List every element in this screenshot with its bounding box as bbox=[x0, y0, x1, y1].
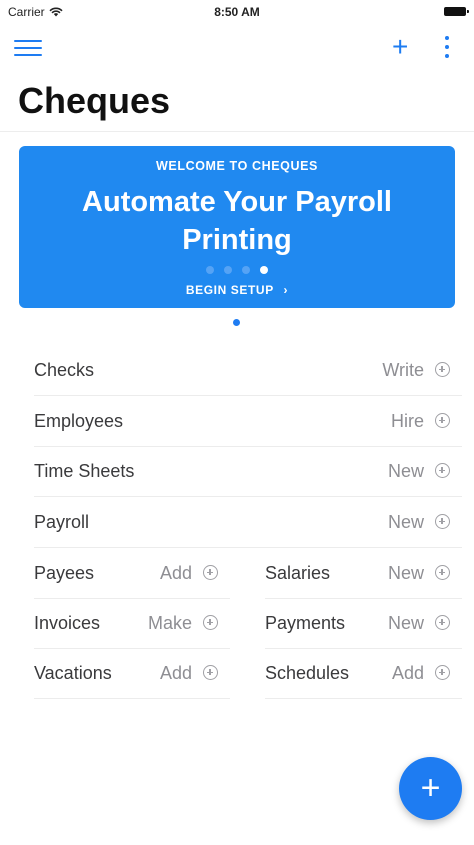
page-dot-active bbox=[260, 266, 268, 274]
list-item-action: Write bbox=[382, 360, 424, 380]
list-item-payroll[interactable]: Payroll New bbox=[34, 497, 462, 548]
add-circle-icon bbox=[203, 615, 218, 630]
page-dot bbox=[224, 266, 232, 274]
page-dot bbox=[242, 266, 250, 274]
begin-setup-label: BEGIN SETUP bbox=[185, 283, 274, 297]
begin-setup-button[interactable]: BEGIN SETUP › bbox=[19, 283, 455, 297]
carousel-page-indicator bbox=[233, 319, 240, 326]
list-item-label: Invoices bbox=[34, 613, 101, 633]
list-item-label: Vacations bbox=[34, 663, 112, 683]
add-fab-button[interactable]: + bbox=[399, 757, 462, 820]
add-circle-icon bbox=[203, 565, 218, 580]
list-item-salaries[interactable]: Salaries New bbox=[265, 548, 462, 599]
divider bbox=[0, 131, 474, 132]
add-circle-icon bbox=[435, 463, 450, 478]
add-circle-icon bbox=[203, 665, 218, 680]
list-item-action: New bbox=[387, 563, 424, 583]
add-circle-icon bbox=[435, 362, 450, 377]
list-item-label: Schedules bbox=[265, 663, 350, 683]
nav-bar: + bbox=[0, 30, 474, 66]
list-item-payments[interactable]: Payments New bbox=[265, 598, 462, 649]
list-item-schedules[interactable]: Schedules Add bbox=[265, 648, 462, 699]
list-item-label: Payees bbox=[34, 563, 95, 583]
add-circle-icon bbox=[435, 413, 450, 428]
list-item-checks[interactable]: Checks Write bbox=[34, 345, 462, 396]
list-item-payees[interactable]: Payees Add bbox=[34, 548, 230, 599]
list-item-label: Employees bbox=[34, 411, 124, 431]
banner-kicker: WELCOME TO CHEQUES bbox=[156, 159, 318, 173]
list-item-label: Salaries bbox=[265, 563, 331, 583]
status-bar: Carrier 8:50 AM bbox=[0, 0, 474, 24]
banner-headline-line2: Printing bbox=[182, 224, 292, 256]
list-item-action: New bbox=[387, 613, 424, 633]
list-item-label: Payments bbox=[265, 613, 346, 633]
list-item-action: Add bbox=[159, 663, 192, 683]
list-item-employees[interactable]: Employees Hire bbox=[34, 396, 462, 447]
list-item-label: Payroll bbox=[34, 512, 90, 532]
list-item-action: Hire bbox=[390, 411, 424, 431]
add-circle-icon bbox=[435, 615, 450, 630]
banner-page-indicator bbox=[19, 266, 455, 274]
add-circle-icon bbox=[435, 565, 450, 580]
add-icon[interactable]: + bbox=[392, 32, 408, 62]
list-item-action: Add bbox=[391, 663, 424, 683]
list-item-time-sheets[interactable]: Time Sheets New bbox=[34, 446, 462, 497]
more-vertical-icon[interactable] bbox=[440, 36, 454, 60]
add-circle-icon bbox=[435, 665, 450, 680]
page-title: Cheques bbox=[18, 80, 171, 121]
add-circle-icon bbox=[435, 514, 450, 529]
list-item-action: Add bbox=[159, 563, 192, 583]
clock: 8:50 AM bbox=[214, 5, 260, 19]
page-dot bbox=[206, 266, 214, 274]
menu-icon[interactable] bbox=[14, 40, 42, 60]
list-item-action: Make bbox=[147, 613, 192, 633]
list-item-invoices[interactable]: Invoices Make bbox=[34, 598, 230, 649]
list-item-action: New bbox=[387, 512, 424, 532]
chevron-right-icon: › bbox=[283, 283, 289, 297]
welcome-banner[interactable]: WELCOME TO CHEQUES Automate Your Payroll… bbox=[19, 146, 455, 308]
battery-icon bbox=[444, 7, 469, 16]
list-item-label: Checks bbox=[34, 360, 95, 380]
banner-headline-line1: Automate Your Payroll bbox=[82, 186, 392, 218]
list-item-vacations[interactable]: Vacations Add bbox=[34, 648, 230, 699]
banner-headline: Automate Your Payroll Printing bbox=[19, 183, 455, 259]
plus-icon: + bbox=[420, 769, 441, 807]
list-item-label: Time Sheets bbox=[34, 461, 135, 481]
list-item-action: New bbox=[387, 461, 424, 481]
